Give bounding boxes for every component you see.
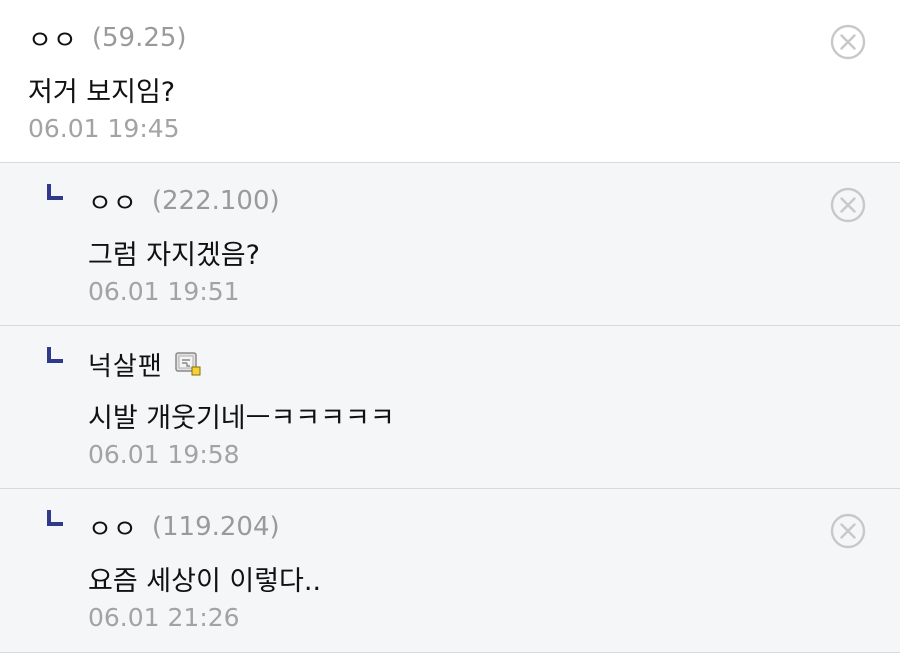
reply-item: ㅇㅇ (222.100) 그럼 자지겠음? 06.01 19:51 [0,163,900,326]
delete-comment-button[interactable] [830,513,866,549]
comment-ip: (59.25) [91,23,187,53]
reply-item: ㅇㅇ (119.204) 요즘 세상이 이렇다.. 06.01 21:26 [0,489,900,653]
reply-arrow-icon [47,347,63,363]
comment-header: 넉살팬 [88,346,201,382]
reply-arrow-icon [47,184,63,200]
comment-timestamp: 06.01 19:58 [88,440,240,469]
comment-nickname[interactable]: ㅇㅇ [88,183,138,220]
comment-header: ㅇㅇ (59.25) [28,20,187,56]
comment-ip: (222.100) [151,186,280,216]
comment-ip: (119.204) [151,512,280,542]
comment-nickname[interactable]: ㅇㅇ [88,509,138,546]
comment-text: 저거 보지임? [28,77,176,108]
delete-comment-button[interactable] [830,24,866,60]
comment-timestamp: 06.01 19:45 [28,114,180,143]
comment-text: 그럼 자지겠음? [88,240,260,271]
comment-timestamp: 06.01 21:26 [88,603,240,632]
comment-nickname[interactable]: 넉살팬 [88,346,163,383]
fixed-nick-badge-icon [175,352,201,376]
comment-timestamp: 06.01 19:51 [88,277,240,306]
comment-item: ㅇㅇ (59.25) 저거 보지임? 06.01 19:45 [0,0,900,163]
comment-list: ㅇㅇ (59.25) 저거 보지임? 06.01 19:45 ㅇㅇ (222.1… [0,0,900,655]
reply-item: 넉살팬 시발 개웃기네ㅡㅋㅋㅋㅋㅋ 06.01 19:58 [0,326,900,489]
comment-text: 요즘 세상이 이렇다.. [88,566,322,597]
comment-nickname[interactable]: ㅇㅇ [28,20,78,57]
comment-header: ㅇㅇ (222.100) [88,183,280,219]
comment-text: 시발 개웃기네ㅡㅋㅋㅋㅋㅋ [88,403,395,434]
reply-arrow-icon [47,510,63,526]
delete-comment-button[interactable] [830,187,866,223]
comment-header: ㅇㅇ (119.204) [88,509,280,545]
